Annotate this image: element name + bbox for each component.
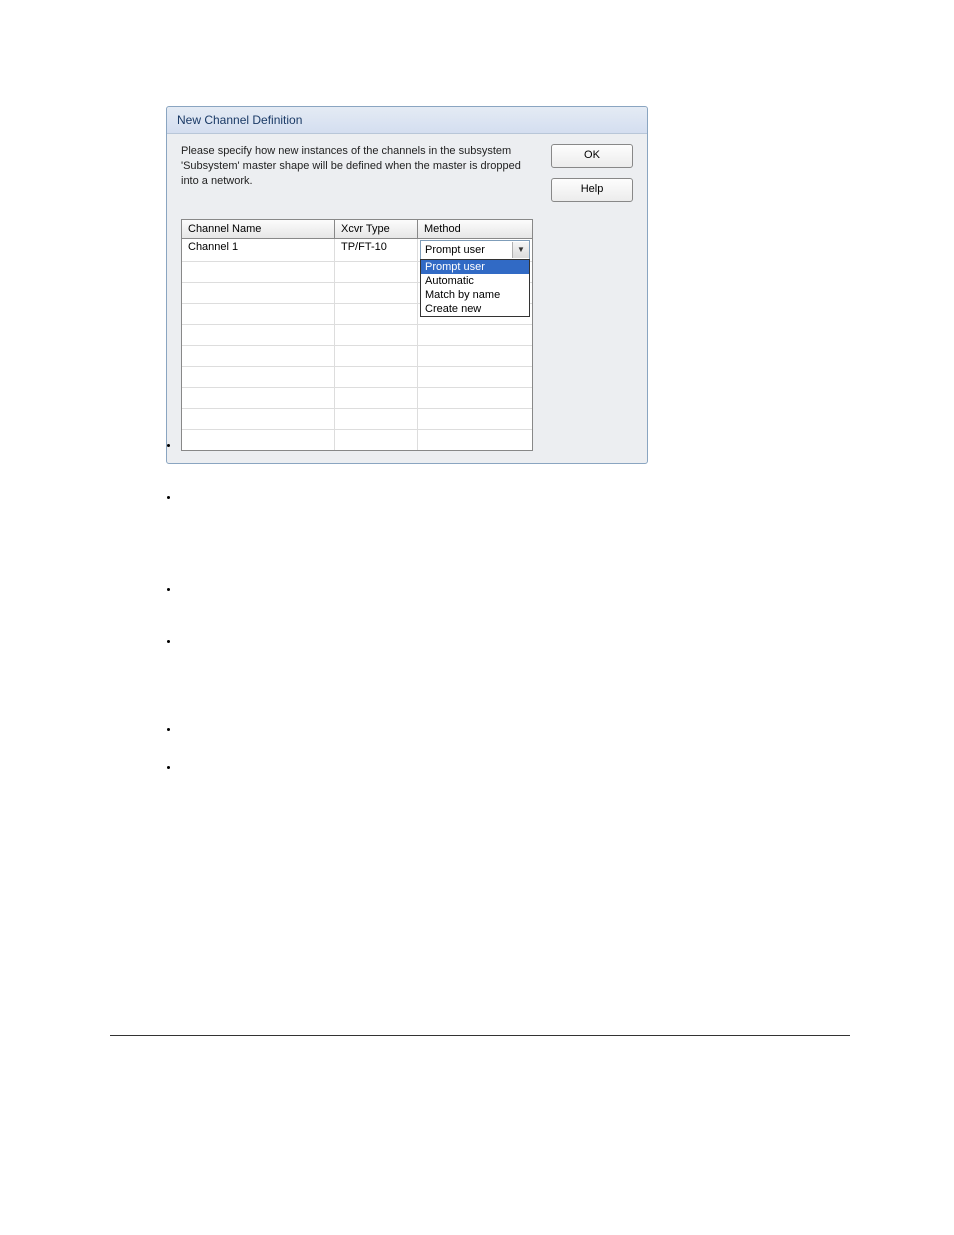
dropdown-option-create-new[interactable]: Create new	[421, 302, 529, 316]
bullet-list	[110, 440, 860, 772]
page-footer-rule	[110, 1035, 850, 1036]
dropdown-option-prompt-user[interactable]: Prompt user	[421, 260, 529, 274]
list-item	[180, 724, 860, 734]
method-dropdown-list: Prompt user Automatic Match by name Crea…	[420, 259, 530, 317]
help-button[interactable]: Help	[551, 178, 633, 202]
table-row	[182, 325, 532, 346]
list-item	[180, 492, 860, 502]
list-item	[180, 440, 860, 450]
cell-xcvr-type: TP/FT-10	[335, 239, 418, 261]
table-row	[182, 388, 532, 409]
header-channel-name[interactable]: Channel Name	[182, 220, 335, 239]
list-item	[180, 584, 860, 594]
method-dropdown[interactable]: Prompt user ▼	[420, 240, 530, 260]
header-method[interactable]: Method	[418, 220, 532, 239]
channel-table: Channel Name Xcvr Type Method Channel 1 …	[181, 219, 533, 451]
list-item	[180, 636, 860, 646]
dropdown-option-match-by-name[interactable]: Match by name	[421, 288, 529, 302]
list-item	[180, 762, 860, 772]
dropdown-selected: Prompt user	[421, 244, 512, 256]
dropdown-option-automatic[interactable]: Automatic	[421, 274, 529, 288]
dialog-buttons: OK Help	[551, 144, 637, 451]
dialog-title: New Channel Definition	[177, 113, 302, 127]
table-row	[182, 409, 532, 430]
table-row	[182, 367, 532, 388]
dialog-titlebar: New Channel Definition	[167, 107, 647, 134]
chevron-down-icon[interactable]: ▼	[512, 242, 529, 258]
new-channel-definition-dialog: New Channel Definition Please specify ho…	[166, 106, 648, 464]
table-header-row: Channel Name Xcvr Type Method	[182, 220, 532, 239]
table-row	[182, 346, 532, 367]
ok-button[interactable]: OK	[551, 144, 633, 168]
table-row: Channel 1 TP/FT-10 Prompt user ▼ Prompt …	[182, 239, 532, 262]
header-xcvr-type[interactable]: Xcvr Type	[335, 220, 418, 239]
cell-channel-name: Channel 1	[182, 239, 335, 261]
page-body	[110, 440, 860, 814]
dialog-left: Please specify how new instances of the …	[181, 144, 541, 451]
dialog-body: Please specify how new instances of the …	[167, 134, 647, 463]
dialog-description: Please specify how new instances of the …	[181, 144, 541, 189]
cell-method: Prompt user ▼ Prompt user Automatic Matc…	[418, 239, 532, 261]
